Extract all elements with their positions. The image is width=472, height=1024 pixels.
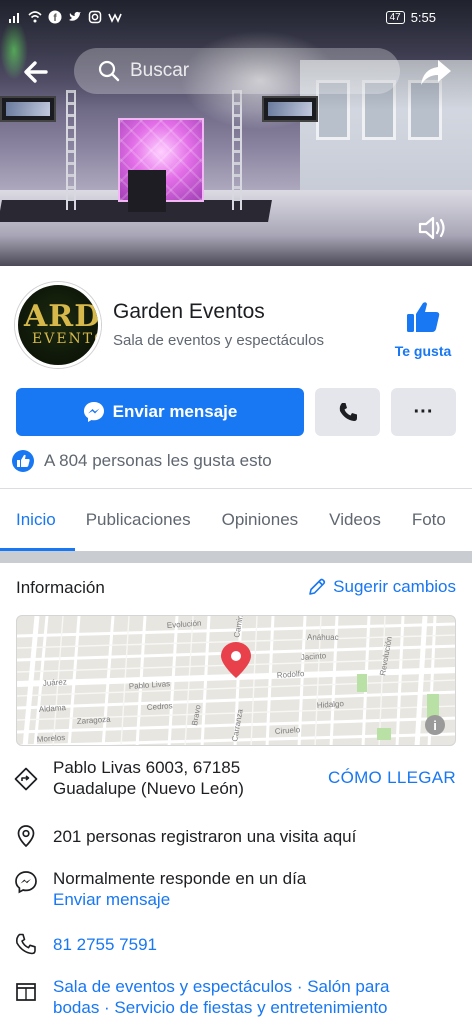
instagram-notification-icon — [88, 10, 102, 24]
location-pin-icon — [17, 825, 35, 848]
more-dots-icon: ··· — [413, 400, 434, 423]
storefront-icon — [16, 983, 36, 1001]
map-street-label: Hidalgo — [317, 699, 345, 710]
cover-photo[interactable] — [0, 0, 472, 266]
map-street-label: Camino — [232, 616, 246, 638]
volume-button[interactable] — [416, 212, 448, 244]
thumbs-up-icon — [407, 302, 440, 332]
send-message-link[interactable]: Enviar mensaje — [53, 889, 306, 910]
tab-inicio[interactable]: Inicio — [16, 489, 56, 551]
status-icons-left: f — [8, 10, 122, 24]
messenger-outline-icon — [15, 871, 37, 894]
likes-summary: A 804 personas les gusta esto — [12, 450, 272, 472]
map-street-label: Pablo Livas — [129, 679, 171, 691]
category-links-line-2: bodas · Servicio de fiestas y entretenim… — [53, 998, 388, 1017]
search-input[interactable] — [130, 60, 370, 82]
search-bar[interactable] — [74, 48, 400, 94]
tab-publicaciones[interactable]: Publicaciones — [86, 489, 191, 551]
map-info-icon[interactable]: i — [425, 715, 445, 735]
twitter-notification-icon — [68, 10, 82, 24]
more-options-button[interactable]: ··· — [391, 388, 456, 436]
cover-speaker — [128, 170, 166, 212]
map-street-label: Juárez — [43, 677, 68, 688]
page-category: Sala de eventos y espectáculos — [113, 332, 324, 349]
pencil-icon — [309, 578, 326, 595]
map-street-label: Ciruelo — [275, 725, 301, 736]
facebook-notification-icon: f — [48, 10, 62, 24]
directions-diamond-icon — [14, 767, 38, 791]
send-message-button[interactable]: Enviar mensaje — [16, 388, 304, 436]
address-line-2: Guadalupe (Nuevo León) — [53, 779, 244, 798]
suggest-edits-link[interactable]: Sugerir cambios — [307, 577, 456, 597]
page-avatar[interactable]: ARDE EVENTO — [15, 282, 101, 368]
get-directions-button[interactable]: CÓMO LLEGAR — [328, 768, 456, 788]
status-bar: f 47 5:55 — [0, 0, 472, 36]
phone-number-link[interactable]: 81 2755 7591 — [53, 934, 157, 955]
call-button[interactable] — [315, 388, 380, 436]
messenger-icon — [83, 402, 104, 422]
phone-icon — [339, 403, 357, 421]
clock: 5:55 — [410, 10, 436, 25]
avatar-logo-text: ARDE — [24, 299, 101, 334]
location-map[interactable]: Pablo Livas Evolución Camino Anáhuac Rod… — [16, 615, 456, 746]
tab-opiniones[interactable]: Opiniones — [222, 489, 299, 551]
address-text[interactable]: Pablo Livas 6003, 67185 Guadalupe (Nuevo… — [53, 757, 244, 799]
like-page-label: Te gusta — [394, 343, 452, 359]
app-notification-icon — [108, 10, 122, 24]
map-streets: Pablo Livas Evolución Camino Anáhuac Rod… — [17, 616, 455, 745]
battery-indicator: 47 — [385, 11, 405, 24]
status-icons-right: 47 5:55 — [385, 10, 436, 25]
search-icon — [98, 60, 120, 82]
category-links[interactable]: Sala de eventos y espectáculos · Salón p… — [53, 976, 389, 1018]
share-arrow-icon — [421, 60, 451, 85]
page-tabs: Inicio Publicaciones Opiniones Videos Fo… — [0, 489, 472, 551]
arrow-left-icon — [24, 61, 48, 83]
send-message-label: Enviar mensaje — [112, 402, 238, 421]
map-street-label: Aldama — [39, 703, 67, 714]
map-pin-icon — [221, 642, 251, 678]
signal-icon — [8, 10, 22, 24]
avatar-logo-subtext: EVENTO — [32, 331, 101, 347]
like-badge-icon — [12, 450, 34, 472]
likes-count-text: A 804 personas les gusta esto — [44, 451, 272, 470]
wifi-icon — [28, 10, 42, 24]
map-street-label: Cedros — [147, 701, 173, 712]
section-separator — [0, 551, 472, 563]
map-street-label: Anáhuac — [307, 633, 339, 642]
response-info: Normalmente responde en un día Enviar me… — [53, 868, 306, 910]
response-time-text: Normalmente responde en un día — [53, 869, 307, 888]
map-street-label: Jacinto — [301, 651, 327, 662]
phone-outline-icon — [15, 933, 36, 955]
info-section-title: Información — [16, 578, 105, 597]
visits-text: 201 personas registraron una visita aquí — [53, 827, 357, 846]
category-links-line-1: Sala de eventos y espectáculos · Salón p… — [53, 977, 390, 996]
map-street-label: Morelos — [37, 733, 66, 744]
share-button[interactable] — [418, 54, 454, 90]
back-button[interactable] — [20, 56, 52, 88]
speaker-volume-icon — [418, 216, 445, 240]
like-page-button[interactable]: Te gusta — [388, 300, 458, 359]
tab-fotos[interactable]: Foto — [412, 489, 446, 551]
tab-videos[interactable]: Videos — [329, 489, 381, 551]
suggest-edits-label: Sugerir cambios — [333, 577, 456, 596]
page-title: Garden Eventos — [113, 300, 265, 323]
address-line-1: Pablo Livas 6003, 67185 — [53, 758, 241, 777]
map-street-label: Evolución — [167, 619, 202, 630]
map-street-label: Bravo — [190, 704, 203, 727]
